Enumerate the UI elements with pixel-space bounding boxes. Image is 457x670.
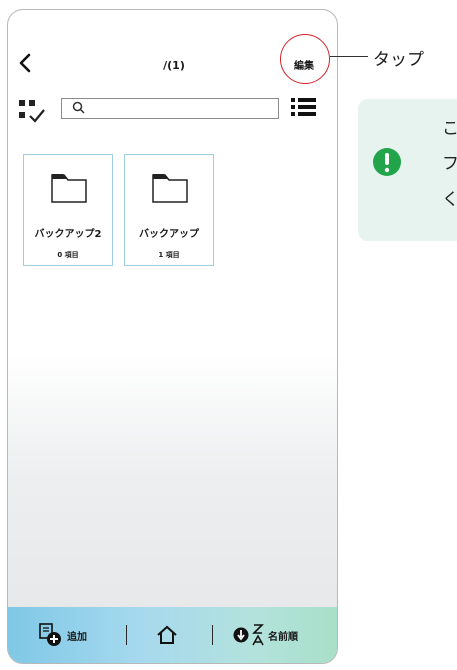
sort-label: 名前順 xyxy=(268,631,298,643)
callout-leader-line xyxy=(330,56,368,57)
folder-count: 1 項目 xyxy=(158,251,180,259)
exclamation-icon xyxy=(373,148,401,176)
add-file-icon xyxy=(39,623,61,646)
toolbar-divider xyxy=(126,625,127,645)
folder-name: バックアップ xyxy=(139,229,199,240)
sort-button[interactable]: 名前順 xyxy=(233,607,298,663)
phone-screen: /(1) 編集 バックアップ2 0 項目 バックアップ 1 項目 追加 名前順 xyxy=(7,9,338,664)
chevron-left-icon xyxy=(19,53,31,73)
search-icon xyxy=(72,101,85,114)
folder-name: バックアップ2 xyxy=(34,229,102,240)
note-text-line: フ xyxy=(442,154,457,174)
note-text-line: こ xyxy=(442,119,457,139)
bottom-toolbar: 追加 名前順 xyxy=(8,607,337,663)
page-title: /(1) xyxy=(163,59,185,72)
search-input[interactable] xyxy=(90,100,274,116)
toolbar-divider xyxy=(212,625,213,645)
folder-count: 0 項目 xyxy=(57,251,79,259)
folder-item[interactable]: バックアップ 1 項目 xyxy=(124,154,214,266)
note-text-line: く xyxy=(442,190,457,210)
edit-highlight-circle xyxy=(280,34,330,84)
add-label: 追加 xyxy=(67,631,87,643)
home-button[interactable] xyxy=(156,607,178,663)
home-icon xyxy=(157,625,177,644)
sort-z-a-icon xyxy=(252,624,264,646)
multi-select-check-icon[interactable] xyxy=(17,98,47,128)
search-field[interactable] xyxy=(61,98,279,119)
folder-item[interactable]: バックアップ2 0 項目 xyxy=(23,154,113,266)
note-box: こ フ く xyxy=(358,99,457,241)
list-view-icon[interactable] xyxy=(289,96,319,122)
folder-icon xyxy=(51,174,87,203)
back-button[interactable] xyxy=(15,52,35,74)
add-button[interactable]: 追加 xyxy=(39,607,87,663)
folder-icon xyxy=(152,174,188,203)
tap-annotation: タップ xyxy=(373,50,424,70)
sort-down-icon xyxy=(233,627,249,643)
